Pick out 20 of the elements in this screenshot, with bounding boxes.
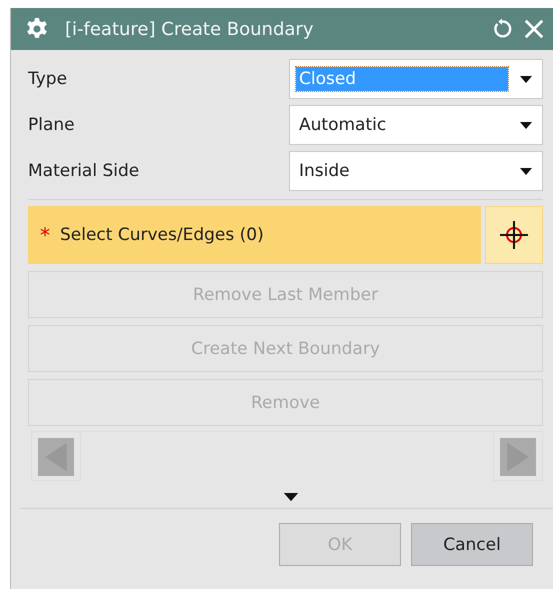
- close-icon[interactable]: [523, 18, 545, 40]
- caret-icon: [520, 122, 532, 128]
- dropdown[interactable]: Closed: [289, 59, 543, 99]
- selection-label: Select Curves/Edges (0): [60, 225, 264, 245]
- selection-step[interactable]: * Select Curves/Edges (0): [28, 206, 481, 264]
- window-title: [i-feature] Create Boundary: [64, 18, 314, 40]
- caret-icon: [520, 76, 532, 82]
- field-label: Material Side: [28, 161, 140, 181]
- settings-icon[interactable]: [25, 17, 49, 41]
- expand-icon[interactable]: [282, 493, 298, 502]
- dialog-button[interactable]: Cancel: [411, 523, 533, 566]
- crosshair-icon: [499, 220, 529, 250]
- field-label: Type: [28, 69, 68, 89]
- required-marker: *: [40, 223, 50, 247]
- select-object-button[interactable]: [485, 206, 543, 264]
- dropdown[interactable]: Inside: [289, 151, 543, 191]
- field-label: Plane: [28, 115, 75, 135]
- dropdown[interactable]: Automatic: [289, 105, 543, 145]
- caret-icon: [520, 168, 532, 174]
- reset-icon[interactable]: [491, 18, 513, 40]
